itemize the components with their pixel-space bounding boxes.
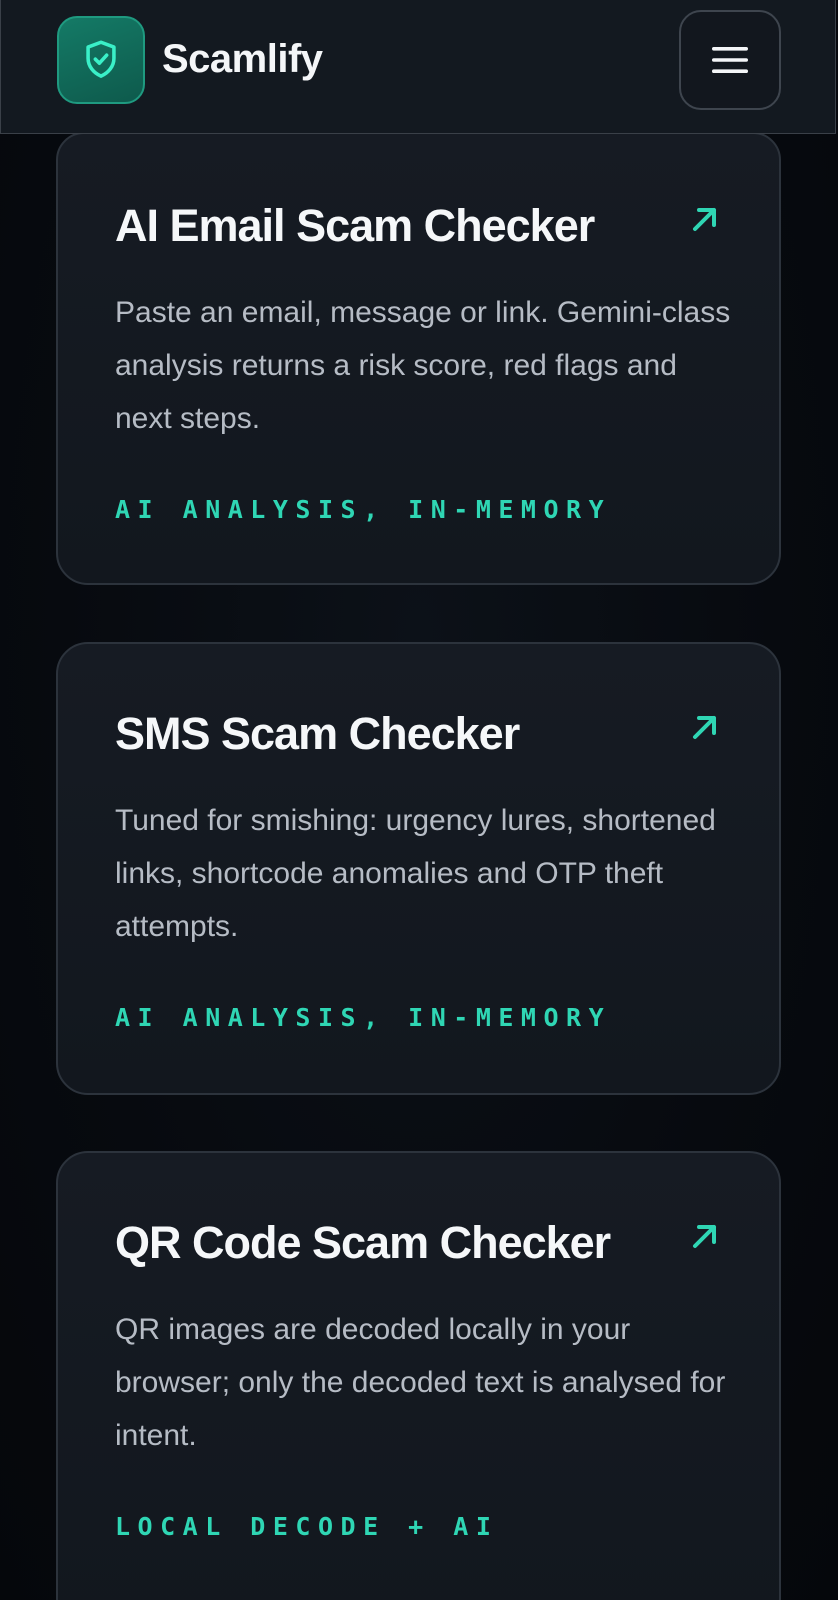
card-description: QR images are decoded locally in your br… [115,1313,726,1452]
tool-card-qr[interactable]: QR Code Scam Checker QR images are decod… [56,1151,781,1600]
arrow-up-right-icon [693,208,716,231]
card-description: Tuned for smishing: urgency lures, short… [115,804,716,943]
tool-card-email[interactable]: AI Email Scam Checker Paste an email, me… [56,132,781,585]
tool-card-sms[interactable]: SMS Scam Checker Tuned for smishing: urg… [56,642,781,1095]
brand-name[interactable]: Scamlify [162,34,323,84]
card-title: QR Code Scam Checker [115,1217,611,1268]
card-tag: AI ANALYSIS, IN-MEMORY [115,495,612,524]
arrow-up-right-icon [693,716,716,739]
card-tag: AI ANALYSIS, IN-MEMORY [115,1003,612,1032]
menu-button[interactable] [679,10,781,110]
card-title: SMS Scam Checker [115,708,520,759]
card-tag: LOCAL DECODE + AI [115,1512,499,1541]
shield-check-icon [86,40,116,78]
arrow-up-right-icon [693,1225,716,1248]
logo-badge[interactable] [57,16,145,104]
site-header: Scamlify [0,0,836,134]
card-title: AI Email Scam Checker [115,200,595,251]
hamburger-menu-icon [712,47,748,73]
card-description: Paste an email, message or link. Gemini-… [115,296,731,435]
